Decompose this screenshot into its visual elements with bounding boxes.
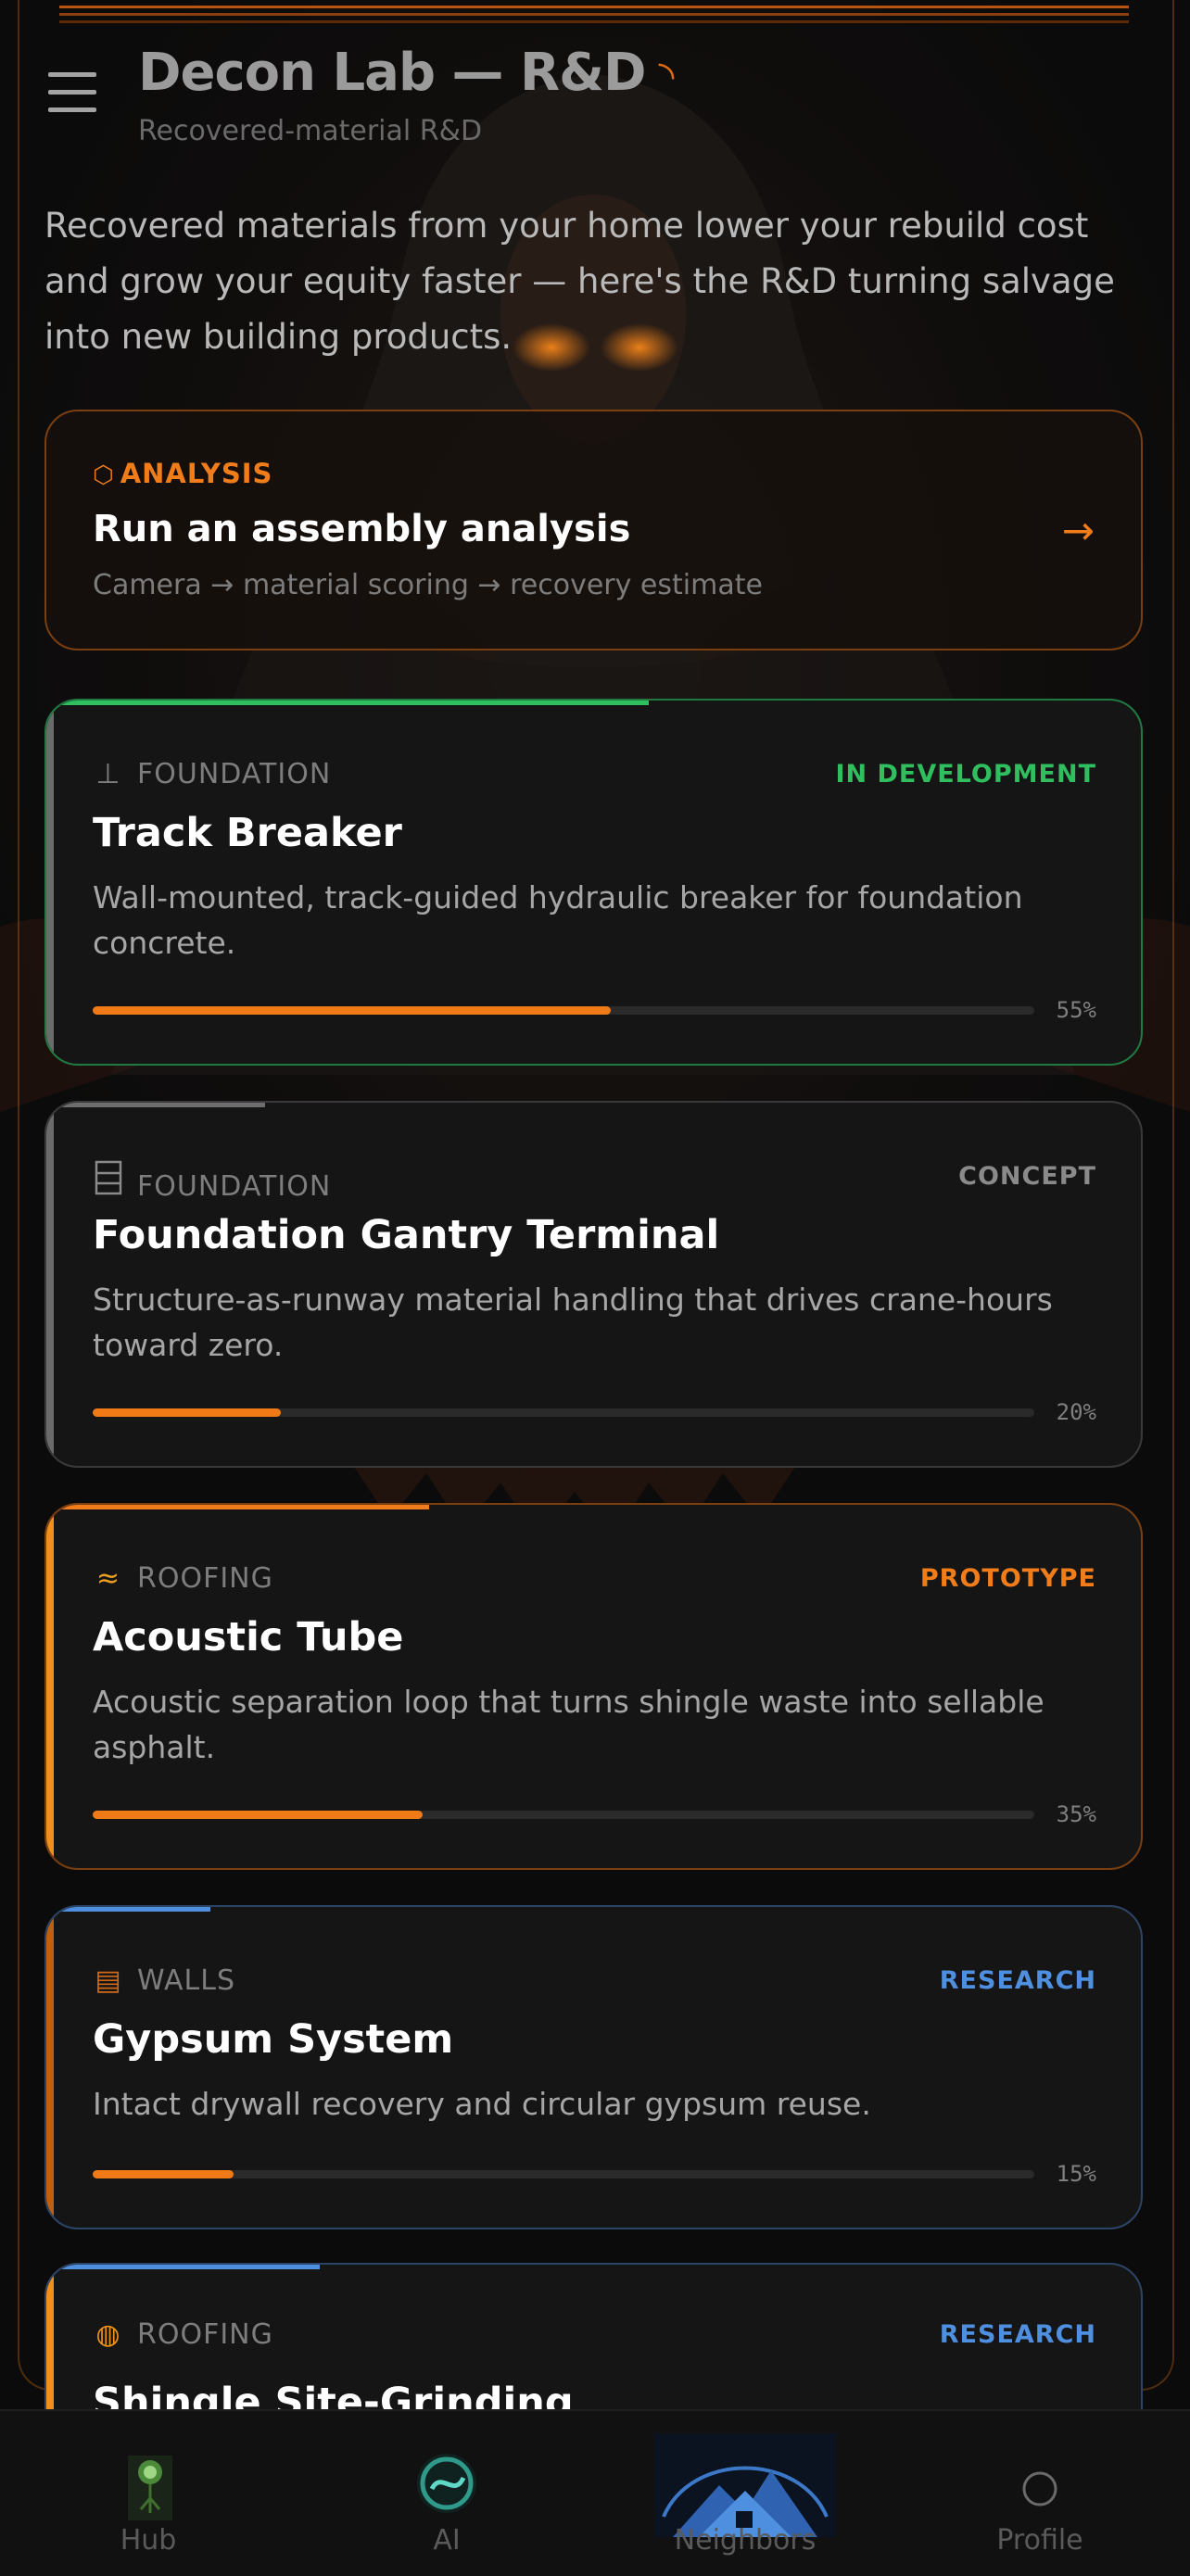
tab-label: Hub [120,2524,177,2557]
bottom-tab-bar: Hub AI Neighbors Profile [0,2409,1190,2576]
status-badge: RESEARCH [939,2320,1096,2349]
project-description: Acoustic separation loop that turns shin… [93,1684,1044,1765]
intro-text: Recovered materials from your home lower… [44,206,1115,357]
card-accent-bar [46,2265,54,2409]
card-top-progress-line [46,701,649,705]
progress-fill [93,1811,423,1819]
houses-icon [654,2433,836,2537]
project-card-track-breaker[interactable]: ⊥ FOUNDATION IN DEVELOPMENT Track Breaker… [44,699,1143,1066]
arrow-right-icon[interactable]: → [1062,508,1095,553]
tree-orb-icon [128,2456,172,2520]
progress-fill [93,1408,282,1417]
grinder-icon: ◍ [95,2318,121,2351]
profile-circle-icon [1022,2471,1057,2507]
project-category: ⊥ FOUNDATION [93,758,331,790]
project-name: Shingle Site-Grinding [93,2380,574,2409]
progress-percent: 35% [1056,1801,1096,1827]
ai-orb-icon [417,2454,476,2513]
project-category-label: FOUNDATION [137,758,332,790]
project-description: Intact drywall recovery and circular gyp… [93,2086,871,2122]
analysis-eyebrow: ⬡ ANALYSIS [93,458,272,489]
drywall-icon: ▤ [95,1964,122,1997]
card-accent-bar [46,701,54,1064]
card-top-progress-line [46,2265,321,2269]
project-card-acoustic-tube[interactable]: ≈ ROOFING PROTOTYPE Acoustic Tube Acousti… [44,1503,1143,1870]
analysis-card[interactable]: ⬡ ANALYSIS Run an assembly analysis Camer… [44,410,1143,650]
hexagon-icon: ⬡ [93,461,115,489]
main-content: Decon Lab — R&D ◝ Recovered-material R&D … [0,0,1190,2409]
project-category: FOUNDATION [93,1160,331,1203]
card-top-progress-line [46,1907,211,1912]
progress-percent: 55% [1056,997,1096,1023]
page-title: Decon Lab — R&D ◝ [138,43,675,103]
progress-percent: 20% [1056,1399,1096,1425]
project-card-shingle-site-grinding[interactable]: ◍ ROOFING RESEARCH Shingle Site-Grinding [44,2263,1143,2409]
analysis-heading: Run an assembly analysis [93,508,631,550]
building-icon [93,1160,124,1203]
card-accent-bar [46,1907,54,2228]
foundation-icon: ⊥ [95,758,121,790]
progress-track [93,1408,1034,1417]
card-top-progress-line [46,1505,430,1509]
project-name: Track Breaker [93,810,402,856]
progress-percent: 15% [1056,2161,1096,2187]
project-name: Acoustic Tube [93,1614,404,1661]
project-category-label: ROOFING [137,1562,273,1595]
project-category: ≈ ROOFING [93,1562,273,1595]
tab-ai[interactable]: AI [354,2411,539,2576]
progress-fill [93,1006,611,1015]
card-accent-bar [46,1103,54,1466]
tab-neighbors[interactable]: Neighbors [652,2411,838,2576]
status-badge: PROTOTYPE [919,1564,1096,1593]
progress-track [93,1006,1034,1015]
card-accent-bar [46,1505,54,1868]
progress-fill [93,2170,234,2178]
menu-icon[interactable] [48,72,96,119]
progress-track [93,2170,1034,2178]
tab-label: Profile [996,2524,1083,2557]
page-header: Decon Lab — R&D ◝ Recovered-material R&D [44,41,1147,161]
project-category-label: ROOFING [137,2318,273,2351]
project-category-label: FOUNDATION [137,1170,332,1203]
project-card-foundation-gantry[interactable]: FOUNDATION CONCEPT Foundation Gantry Ter… [44,1101,1143,1468]
project-name: Foundation Gantry Terminal [93,1212,720,1258]
project-category-label: WALLS [137,1964,236,1997]
status-badge: IN DEVELOPMENT [835,760,1096,789]
project-name: Gypsum System [93,2016,454,2063]
tab-label: Neighbors [674,2524,817,2557]
status-badge: RESEARCH [939,1966,1096,1995]
crescent-icon: ◝ [658,53,675,100]
page-subtitle: Recovered-material R&D [138,115,483,147]
project-description: Wall-mounted, track-guided hydraulic bre… [93,879,1023,961]
project-description: Structure-as-runway material handling th… [93,1282,1053,1363]
page-title-text: Decon Lab — R&D [138,43,646,103]
analysis-eyebrow-label: ANALYSIS [120,458,273,489]
waves-icon: ≈ [95,1562,121,1595]
analysis-subtitle: Camera → material scoring → recovery est… [93,569,763,601]
status-badge: CONCEPT [958,1162,1096,1191]
tab-profile[interactable]: Profile [947,2411,1133,2576]
project-card-gypsum-system[interactable]: ▤ WALLS RESEARCH Gypsum System Intact dry… [44,1905,1143,2229]
project-category: ▤ WALLS [93,1964,235,1997]
card-top-progress-line [46,1103,266,1107]
tab-label: AI [433,2524,461,2557]
project-category: ◍ ROOFING [93,2318,273,2351]
progress-track [93,1811,1034,1819]
tab-hub[interactable]: Hub [56,2411,241,2576]
